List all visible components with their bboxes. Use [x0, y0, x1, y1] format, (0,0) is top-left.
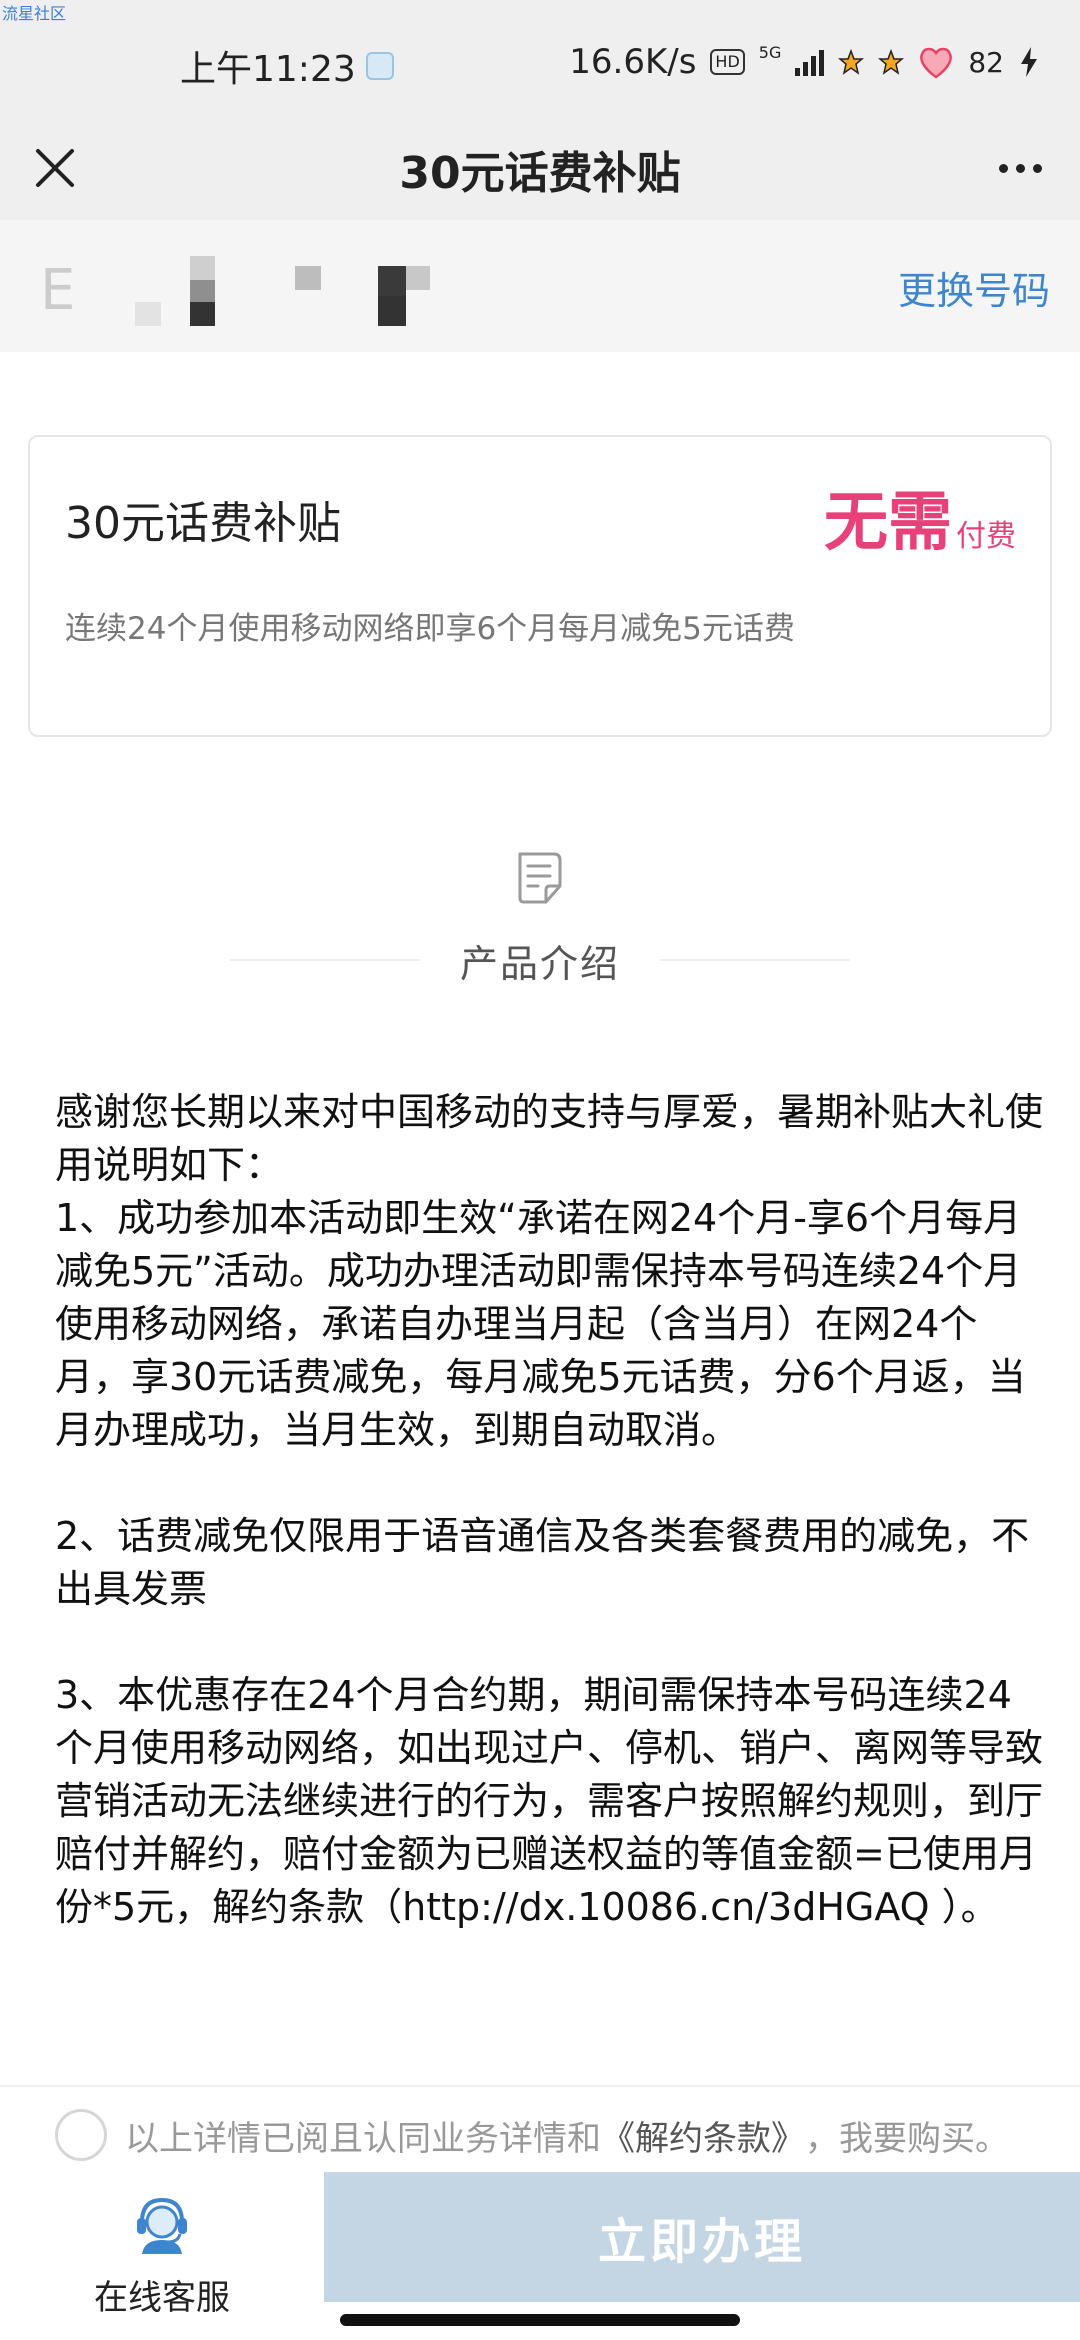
charging-icon	[1021, 47, 1037, 77]
rules-paragraph: 感谢您长期以来对中国移动的支持与厚爱，暑期补贴大礼使用说明如下：	[55, 1090, 1044, 1187]
heart-icon	[920, 47, 953, 79]
battery-level: 82	[968, 45, 1004, 79]
hd-icon: HD	[710, 49, 745, 75]
masked-phone-number: E	[40, 256, 460, 326]
rules-paragraph: 2、话费减免仅限用于语音通信及各类套餐费用的减免，不出具发票	[55, 1514, 1030, 1611]
status-indicators: 16.6K/s HD 5G 82	[569, 40, 1040, 84]
product-description: 连续24个月使用移动网络即享6个月每月减免5元话费	[65, 611, 795, 647]
online-service-button[interactable]: 在线客服	[0, 2172, 324, 2340]
change-number-button[interactable]: 更换号码	[898, 260, 1050, 315]
rules-paragraph: 3、本优惠存在24个月合约期，期间需保持本号码连续24个月使用移动网络，如出现过…	[55, 1673, 1044, 1929]
phone-prefix: E	[40, 258, 76, 323]
product-rules: 感谢您长期以来对中国移动的支持与厚爱，暑期补贴大礼使用说明如下： 1、成功参加本…	[55, 1086, 1045, 1934]
apply-now-button[interactable]: 立即办理	[324, 2172, 1080, 2302]
divider	[660, 959, 851, 961]
product-card: 30元话费补贴 无需 付费 连续24个月使用移动网络即享6个月每月减免5元话费	[28, 435, 1052, 737]
app-notification-icon	[365, 52, 394, 80]
price-sub: 付费	[956, 519, 1016, 554]
account-row: E 更换号码	[0, 220, 1080, 352]
status-time: 上午11:23	[180, 49, 356, 90]
customer-service-icon	[137, 2197, 187, 2254]
status-bar: 上午11:23 16.6K/s HD 5G 82	[0, 0, 1080, 125]
more-options-button[interactable]	[990, 143, 1050, 193]
bottom-bar: 以上详情已阅且认同业务详情和 《解约条款》 ，我要购买。 在线客服 立即办理	[0, 2085, 1080, 2340]
terms-link[interactable]: 《解约条款》	[601, 2111, 805, 2160]
signal-icon	[795, 48, 825, 76]
agreement-checkbox[interactable]	[55, 2109, 107, 2161]
product-name: 30元话费补贴	[65, 498, 341, 549]
online-service-label: 在线客服	[94, 2278, 230, 2318]
intro-title: 产品介绍	[460, 941, 621, 986]
status-time-group: 上午11:23	[180, 40, 394, 92]
rules-paragraph: 1、成功参加本活动即生效“承诺在网24个月-享6个月每月减免5元”活动。成功办理…	[55, 1196, 1026, 1452]
more-dot-icon	[1032, 163, 1042, 173]
pixelated-phone-icon	[135, 256, 430, 326]
agreement-row: 以上详情已阅且认同业务详情和 《解约条款》 ，我要购买。	[55, 2105, 1009, 2165]
agreement-suffix: ，我要购买。	[805, 2118, 1009, 2159]
star-icon	[838, 49, 865, 75]
nav-bar: 30元话费补贴	[0, 125, 1080, 220]
net-type: 5G	[758, 42, 782, 62]
more-dot-icon	[998, 163, 1008, 173]
page-title: 30元话费补贴	[399, 148, 681, 199]
home-indicator[interactable]	[340, 2314, 740, 2326]
intro-header: 产品介绍	[230, 928, 851, 992]
divider	[230, 959, 420, 961]
price-main: 无需	[824, 486, 952, 560]
star-icon	[878, 49, 905, 75]
product-price: 无需 付费	[824, 487, 1016, 559]
watermark: 流星社区	[2, 4, 67, 23]
net-speed: 16.6K/s	[569, 42, 697, 82]
agreement-text: 以上详情已阅且认同业务详情和	[125, 2118, 601, 2159]
document-icon	[518, 852, 562, 904]
more-dot-icon	[1015, 163, 1025, 173]
